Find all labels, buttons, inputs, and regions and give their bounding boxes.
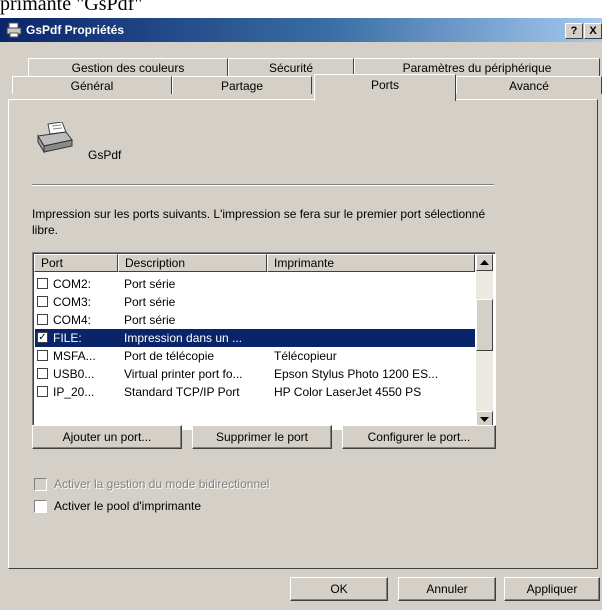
column-header-description[interactable]: Description — [118, 254, 267, 272]
bidirectional-label: Activer la gestion du mode bidirectionne… — [54, 477, 270, 491]
close-button[interactable]: X — [584, 23, 602, 39]
ports-listview[interactable]: Port Description Imprimante COM2: Port s… — [32, 252, 496, 430]
window-title: GsPdf Propriétés — [26, 23, 125, 37]
column-header-port[interactable]: Port — [34, 254, 118, 272]
port-row[interactable]: COM2: Port série — [35, 275, 475, 293]
port-row[interactable]: MSFA... Port de télécopie Télécopieur — [35, 347, 475, 365]
port-description: Virtual printer port fo... — [124, 367, 243, 381]
printer-large-icon — [37, 122, 73, 154]
column-header-printer[interactable]: Imprimante — [267, 254, 475, 272]
page-caption-fragment: primante "GsPdf" — [0, 0, 143, 15]
add-port-button[interactable]: Ajouter un port... — [32, 425, 182, 449]
port-name: USB0... — [53, 367, 95, 381]
port-checkbox[interactable] — [37, 278, 48, 289]
port-description: Port de télécopie — [124, 349, 215, 363]
port-checkbox[interactable] — [37, 314, 48, 325]
port-name: COM3: — [53, 295, 92, 309]
pooling-label[interactable]: Activer le pool d'imprimante — [54, 498, 201, 514]
delete-port-button[interactable]: Supprimer le port — [192, 425, 332, 449]
port-row[interactable]: COM4: Port série — [35, 311, 475, 329]
port-name: FILE: — [53, 331, 82, 345]
tab-advanced[interactable]: Avancé — [456, 76, 602, 94]
printer-icon — [6, 22, 22, 38]
port-row[interactable]: COM3: Port série — [35, 293, 475, 311]
port-name: IP_20... — [53, 385, 95, 399]
arrow-up-icon — [480, 260, 489, 265]
bidirectional-checkbox — [34, 478, 47, 491]
apply-button[interactable]: Appliquer — [504, 577, 600, 601]
port-name: COM2: — [53, 277, 92, 291]
port-description: Port série — [124, 313, 176, 327]
port-description: Port série — [124, 277, 176, 291]
title-bar: GsPdf Propriétés ? X — [0, 18, 602, 42]
help-button[interactable]: ? — [565, 23, 583, 39]
tab-general[interactable]: Général — [12, 76, 172, 94]
tab-color-management[interactable]: Gestion des couleurs — [28, 58, 228, 76]
tab-sharing[interactable]: Partage — [172, 76, 312, 94]
port-checkbox[interactable] — [37, 296, 48, 307]
port-description: Impression dans un ... — [124, 331, 243, 345]
ports-intro-text: Impression sur les ports suivants. L'imp… — [32, 207, 486, 237]
port-printer: HP Color LaserJet 4550 PS — [274, 385, 422, 399]
tab-ports[interactable]: Ports — [314, 74, 456, 101]
port-printer: Télécopieur — [274, 349, 337, 363]
port-name: MSFA... — [53, 349, 96, 363]
port-description: Standard TCP/IP Port — [124, 385, 240, 399]
port-checkbox[interactable] — [37, 368, 48, 379]
scroll-thumb[interactable] — [476, 299, 493, 351]
printer-properties-dialog: GsPdf Propriétés ? X Gestion des couleur… — [0, 18, 602, 610]
port-checkbox-checked[interactable]: ✓ — [37, 332, 48, 343]
port-description: Port série — [124, 295, 176, 309]
port-checkbox[interactable] — [37, 386, 48, 397]
cancel-button[interactable]: Annuler — [398, 577, 496, 601]
scroll-up-button[interactable] — [476, 254, 493, 271]
port-printer: Epson Stylus Photo 1200 ES... — [274, 367, 439, 381]
ok-button[interactable]: OK — [290, 577, 388, 601]
printer-name: GsPdf — [88, 148, 122, 162]
port-row[interactable]: USB0... Virtual printer port fo... Epson… — [35, 365, 475, 383]
port-checkbox[interactable] — [37, 350, 48, 361]
port-row[interactable]: IP_20... Standard TCP/IP Port HP Color L… — [35, 383, 475, 401]
port-name: COM4: — [53, 313, 92, 327]
pooling-checkbox[interactable] — [34, 500, 47, 513]
port-row-selected[interactable]: ✓ FILE: Impression dans un ... — [35, 329, 475, 347]
ports-scrollbar[interactable] — [476, 254, 493, 428]
configure-port-button[interactable]: Configurer le port... — [342, 425, 496, 449]
separator-line — [32, 184, 494, 186]
